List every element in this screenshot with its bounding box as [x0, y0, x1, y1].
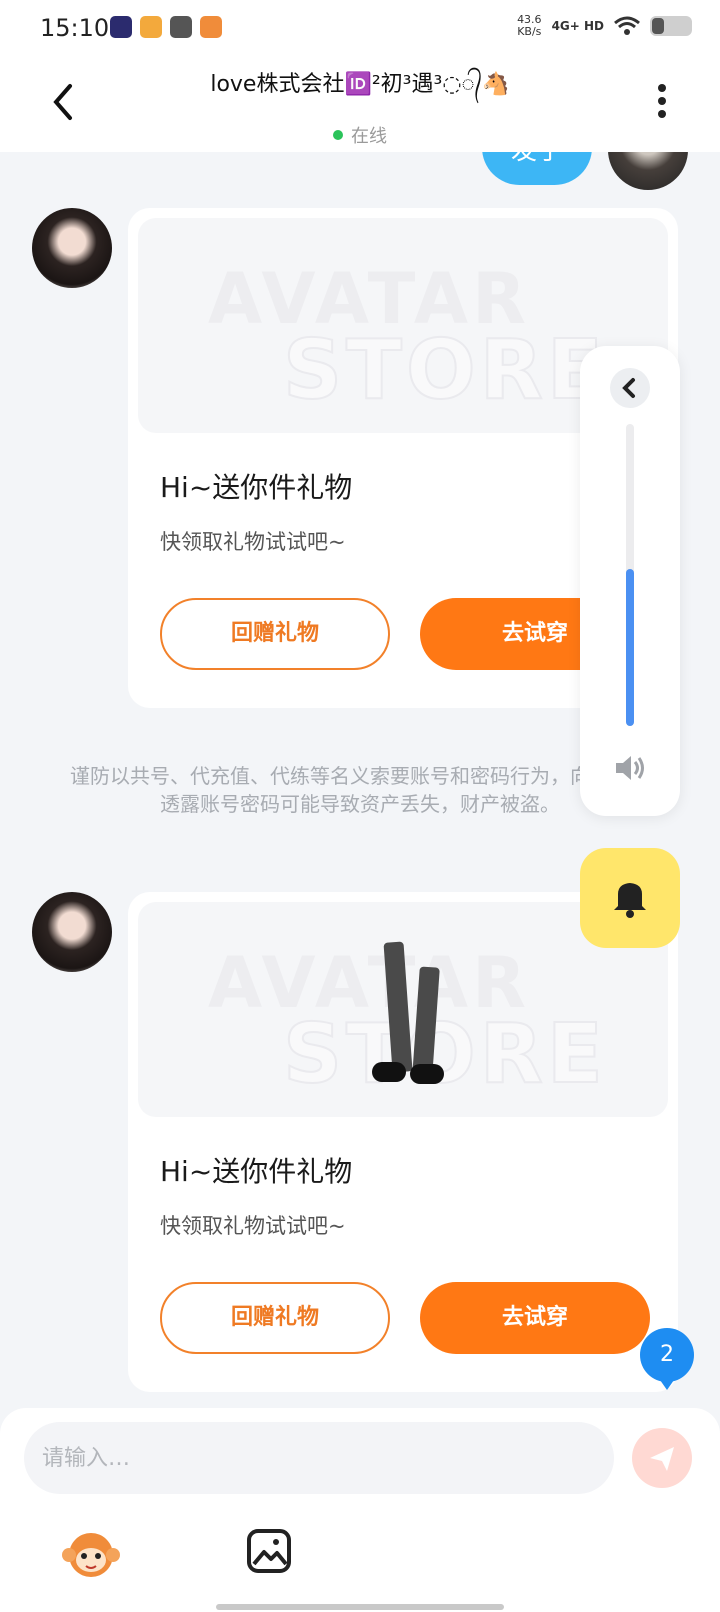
status-notification-icons	[110, 16, 222, 38]
emoji-button[interactable]	[62, 1528, 120, 1580]
unread-count-badge[interactable]: 2	[640, 1328, 694, 1390]
sender-avatar[interactable]	[32, 208, 112, 288]
bell-icon	[614, 883, 646, 918]
more-vertical-icon	[658, 84, 666, 92]
sender-avatar[interactable]	[32, 892, 112, 972]
notification-bell-button[interactable]	[580, 848, 680, 948]
network-speed: 43.6 KB/s	[517, 13, 542, 38]
wifi-icon	[614, 16, 640, 35]
shoe-left	[372, 1062, 406, 1082]
more-button[interactable]	[652, 84, 672, 124]
return-gift-button[interactable]: 回赠礼物	[160, 1282, 390, 1354]
speaker-icon[interactable]	[612, 750, 648, 786]
presence-status: 在线	[0, 122, 720, 148]
video-app-icon	[110, 16, 132, 38]
input-bar	[0, 1408, 720, 1612]
network-type: 4G+ HD	[551, 19, 604, 33]
watermark-store: STORE	[282, 1006, 607, 1103]
volume-panel	[580, 346, 680, 816]
online-dot	[333, 130, 343, 140]
monkey-emoji-icon	[62, 1533, 120, 1577]
chat-title: love株式会社🆔²初³遇³◌᭄🐴	[210, 72, 510, 97]
image-button[interactable]	[246, 1528, 292, 1574]
gift-subtitle: 快领取礼物试试吧~	[160, 1214, 346, 1238]
send-icon	[650, 1447, 674, 1471]
message-input[interactable]	[24, 1422, 614, 1494]
watermark-store: STORE	[282, 322, 607, 419]
battery-icon	[650, 16, 692, 36]
monkey-app-icon	[200, 16, 222, 38]
status-time: 15:10	[40, 14, 110, 42]
volume-collapse-button[interactable]	[610, 368, 650, 408]
send-button[interactable]	[632, 1428, 692, 1488]
shoe-right	[410, 1064, 444, 1084]
volume-slider[interactable]	[626, 424, 634, 726]
security-warning: 谨防以共号、代充值、代练等名义索要账号和密码行为，向陌生人透露账号密码可能导致资…	[70, 764, 650, 816]
return-gift-button[interactable]: 回赠礼物	[160, 598, 390, 670]
volume-level	[626, 568, 634, 726]
chevron-left-icon	[622, 378, 635, 398]
status-indicators: 43.6 KB/s 4G+ HD	[517, 14, 692, 38]
gift-subtitle: 快领取礼物试试吧~	[160, 530, 346, 554]
image-icon	[247, 1529, 291, 1573]
home-indicator	[216, 1604, 504, 1610]
gift-message-card[interactable]: AVATAR STORE Hi~送你件礼物 快领取礼物试试吧~ 回赠礼物 去试穿	[128, 892, 678, 1392]
gift-title: Hi~送你件礼物	[160, 1155, 353, 1188]
sync-app-icon	[170, 16, 192, 38]
tv-app-icon	[140, 16, 162, 38]
try-on-button[interactable]: 去试穿	[420, 1282, 650, 1354]
gift-title: Hi~送你件礼物	[160, 471, 353, 504]
chat-header: 15:10 43.6 KB/s 4G+ HD love株式会社🆔²初³遇³◌᭄🐴…	[0, 0, 720, 152]
